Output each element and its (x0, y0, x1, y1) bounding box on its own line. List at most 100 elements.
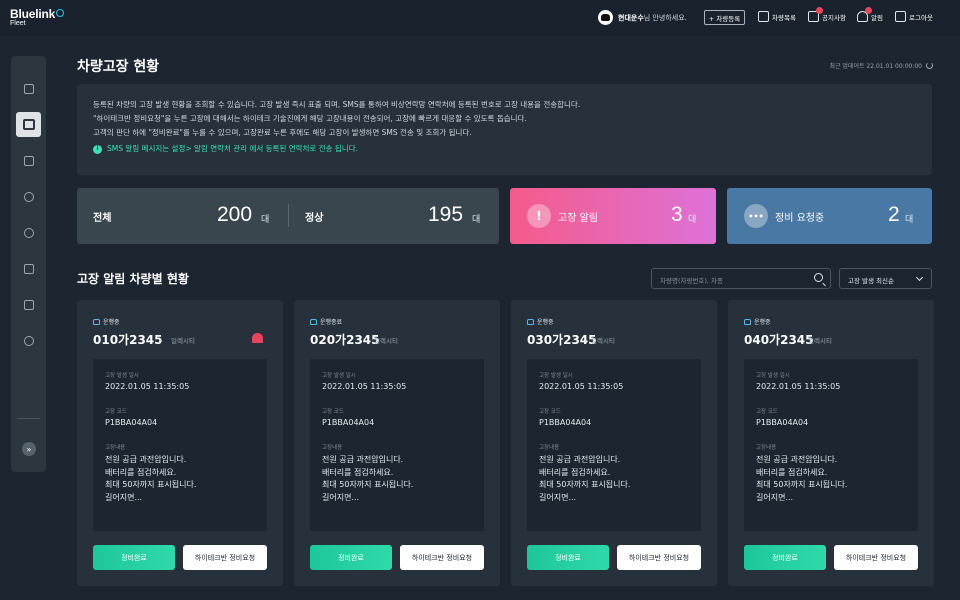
compass-icon (23, 191, 34, 202)
sms-info: i SMS 알림 메시지는 설정> 알림 연락처 관리 에서 등록된 연락처로 … (93, 142, 916, 156)
sidebar-divider (17, 418, 40, 419)
sidebar-item-vehicle[interactable] (16, 112, 41, 137)
search-input[interactable]: 차량명(차량번호), 차종 (651, 268, 831, 289)
plate-number: 040가2345 (744, 333, 814, 347)
fault-code-label: 고장 코드 (105, 409, 127, 415)
plate-number: 010가2345 (93, 333, 163, 347)
sidebar-item-driving[interactable] (20, 188, 37, 205)
refresh-icon[interactable] (926, 62, 933, 69)
sidebar-item-reports[interactable] (20, 260, 37, 277)
fault-desc-line: 배터리를 점검하세요. (756, 467, 828, 477)
fault-date-label: 고장 발생 일시 (756, 373, 790, 379)
sms-info-text: SMS 알림 메시지는 설정> 알림 연락처 관리 에서 등록된 연락처로 전송… (107, 144, 358, 153)
repair-complete-button[interactable]: 정비완료 (310, 545, 392, 570)
logo[interactable]: Bluelink Fleet (10, 7, 65, 27)
brand-sub: Fleet (10, 20, 26, 27)
megaphone-icon (808, 7, 823, 22)
sidebar-expand-button[interactable]: » (22, 442, 36, 456)
brand-name: Bluelink (10, 7, 56, 21)
status-badge: 운행종료 (310, 317, 342, 326)
vehicle-card: 운행중 040가2345 일렉시티 고장 발생 일시 2022.01.05 11… (728, 300, 934, 586)
status-text: 운행중 (754, 319, 771, 326)
location-icon (23, 227, 34, 238)
info-icon: i (93, 144, 102, 154)
user-name: 현대운수 (618, 13, 644, 22)
fault-desc-line: 전원 공급 과전압입니다. (322, 455, 404, 464)
sidebar-item-statistics[interactable] (20, 152, 37, 169)
hitech-repair-request-button[interactable]: 하이테크반 정비요청 (400, 545, 484, 570)
nav-label: 공지사항 (822, 13, 846, 22)
fault-code-label: 고장 코드 (539, 409, 561, 415)
vehicle-model: 일렉시티 (171, 337, 195, 345)
bus-icon (93, 318, 100, 325)
more-icon: ••• (744, 204, 768, 228)
vehicle-model: 일렉시티 (374, 337, 398, 345)
sidebar-item-location[interactable] (20, 224, 37, 241)
status-badge: 운행중 (744, 317, 771, 326)
fault-description: 전원 공급 과전압입니다. 배터리를 점검하세요. 최대 50자까지 표시됩니다… (756, 454, 906, 504)
fault-code: P1BBA04A04 (539, 418, 592, 427)
vehicle-card: 운행중 010가2345 일렉시티 고장 발생 일시 2022.01.05 11… (77, 300, 283, 586)
fault-code-label: 고장 코드 (756, 409, 778, 415)
sidebar-item-dashboard[interactable] (20, 80, 37, 97)
nav-vehicle-list[interactable]: 차량목록 (758, 11, 796, 22)
status-badge: 운행중 (527, 317, 554, 326)
logout-icon (895, 11, 906, 22)
bus-icon (527, 318, 534, 325)
nav-logout[interactable]: 로그아웃 (895, 11, 933, 22)
nav-alerts[interactable]: 알림 (857, 7, 883, 22)
hitech-repair-request-button[interactable]: 하이테크반 정비요청 (834, 545, 918, 570)
alert-unit: 대 (688, 215, 697, 225)
stat-fault-alert[interactable]: ! 고장 알림 3 대 (510, 188, 716, 244)
hitech-repair-request-button[interactable]: 하이테크반 정비요청 (183, 545, 267, 570)
repair-complete-button[interactable]: 정비완료 (527, 545, 609, 570)
dashboard-icon (23, 83, 34, 94)
repair-complete-button[interactable]: 정비완료 (744, 545, 826, 570)
total-label: 전체 (93, 213, 112, 224)
notice-line: "하이테크반 정비요청"을 누른 고장에 대해서는 하이테크 기술진에게 해당 … (93, 114, 527, 123)
fault-desc-line: 전원 공급 과전압입니다. (105, 455, 187, 464)
hitech-repair-request-button[interactable]: 하이테크반 정비요청 (617, 545, 701, 570)
fault-desc-label: 고장내용 (756, 445, 777, 451)
normal-value: 195 (428, 203, 464, 226)
bus-icon (310, 318, 317, 325)
fault-date: 2022.01.05 11:35:05 (539, 382, 624, 391)
fault-desc-label: 고장내용 (322, 445, 343, 451)
register-vehicle-button[interactable]: + 차량등록 (704, 10, 745, 25)
status-text: 운행중 (537, 319, 554, 326)
fault-date: 2022.01.05 11:35:05 (105, 382, 190, 391)
repair-complete-button[interactable]: 정비완료 (93, 545, 175, 570)
fault-description: 전원 공급 과전압입니다. 배터리를 점검하세요. 최대 50자까지 표시됩니다… (539, 454, 689, 504)
fault-code: P1BBA04A04 (322, 418, 375, 427)
fault-detail: 고장 발생 일시 2022.01.05 11:35:05 고장 코드 P1BBA… (310, 359, 484, 531)
normal-label: 정상 (305, 213, 324, 224)
fault-description: 전원 공급 과전압입니다. 배터리를 점검하세요. 최대 50자까지 표시됩니다… (105, 454, 255, 504)
chevron-down-icon (915, 273, 924, 282)
sort-selected: 고장 발생 최신순 (848, 277, 894, 285)
stat-repair-requested[interactable]: ••• 정비 요청중 2 대 (727, 188, 932, 244)
sidebar-item-download[interactable] (20, 296, 37, 313)
avatar[interactable] (598, 10, 613, 25)
repair-unit: 대 (905, 215, 914, 225)
status-badge: 운행중 (93, 317, 120, 326)
status-text: 운행중 (103, 319, 120, 326)
fault-desc-line: 배터리를 점검하세요. (539, 467, 611, 477)
fault-desc-line: 길어지면... (539, 492, 577, 502)
total-value: 200 (217, 203, 253, 226)
fault-desc-line: 최대 50자까지 표시됩니다. (539, 480, 631, 489)
fault-detail: 고장 발생 일시 2022.01.05 11:35:05 고장 코드 P1BBA… (93, 359, 267, 531)
alert-icon: ! (527, 204, 551, 228)
search-icon[interactable] (814, 273, 823, 282)
fault-desc-label: 고장내용 (539, 445, 560, 451)
sidebar-item-settings[interactable] (20, 332, 37, 349)
sort-select[interactable]: 고장 발생 최신순 (839, 268, 932, 289)
section-title: 고장 알림 차량별 현황 (77, 272, 189, 286)
status-text: 운행종료 (320, 319, 343, 326)
nav-notices[interactable]: 공지사항 (808, 7, 846, 22)
last-updated-text: 최근 업데이트 22.01.01 00:00:00 (829, 63, 922, 70)
fault-desc-line: 길어지면... (105, 492, 143, 502)
fault-desc-line: 전원 공급 과전압입니다. (756, 455, 838, 464)
download-icon (23, 299, 34, 310)
fault-detail: 고장 발생 일시 2022.01.05 11:35:05 고장 코드 P1BBA… (527, 359, 701, 531)
notice-line: 고객의 판단 하에 "정비완료"를 누를 수 있으며, 고장완료 누른 후에도 … (93, 128, 472, 137)
